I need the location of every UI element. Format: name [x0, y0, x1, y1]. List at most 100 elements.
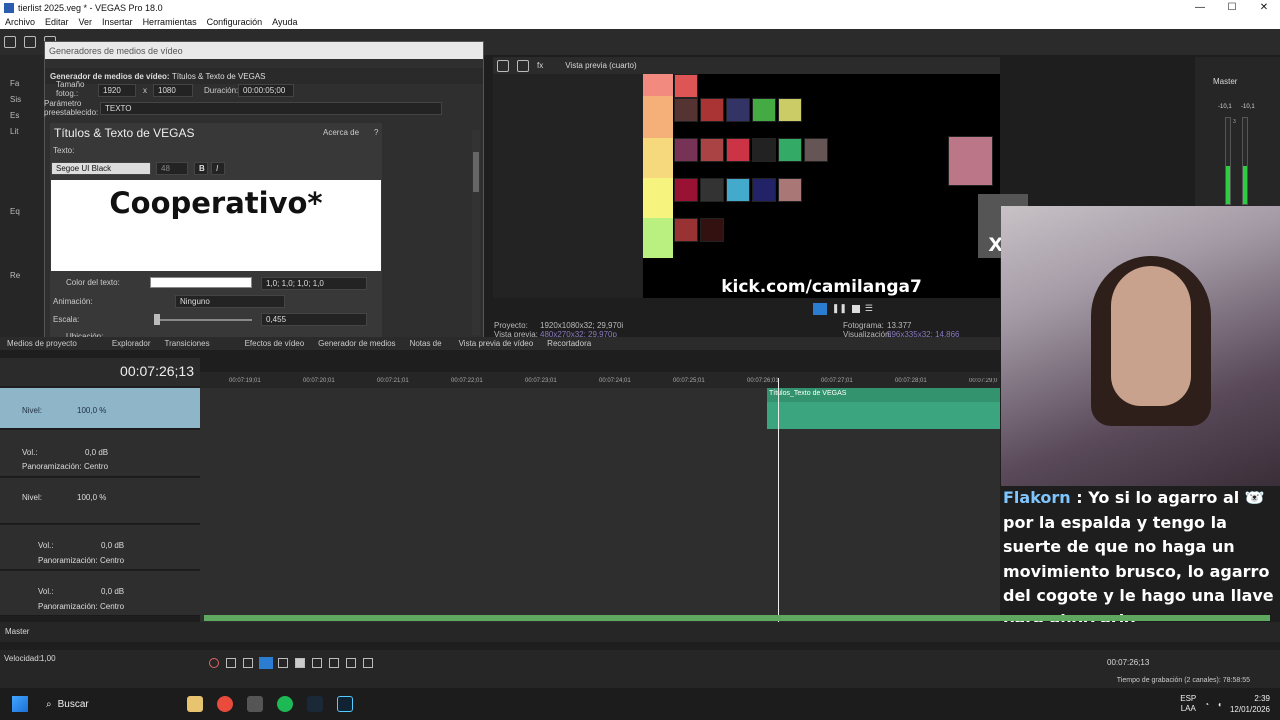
- tab-notes[interactable]: Notas de: [403, 339, 449, 348]
- text-color-swatch[interactable]: [150, 277, 252, 288]
- streamer-face: [1111, 266, 1191, 406]
- italic-button[interactable]: I: [211, 162, 225, 175]
- timeline-ruler[interactable]: 00:07:19;01 00:07:20;01 00:07:21;01 00:0…: [200, 372, 1000, 388]
- tab-transitions[interactable]: Transiciones: [158, 339, 217, 348]
- animation-label: Animación:: [53, 297, 93, 306]
- menu-herramientas[interactable]: Herramientas: [138, 17, 202, 27]
- play-button[interactable]: [259, 657, 273, 669]
- preview-settings-icon[interactable]: [497, 59, 509, 72]
- audio-track-1-header[interactable]: Vol.: 0,0 dB Panoramización: Centro: [0, 430, 200, 477]
- tab-media-generators[interactable]: Generador de medios: [311, 339, 402, 348]
- maximize-button[interactable]: ☐: [1216, 2, 1248, 13]
- wifi-icon[interactable]: ◔: [1204, 700, 1209, 709]
- menu-ayuda[interactable]: Ayuda: [267, 17, 302, 27]
- menu-configuracion[interactable]: Configuración: [202, 17, 268, 27]
- steam-icon[interactable]: [307, 696, 323, 712]
- chat-message: Flakorn : Yo si lo agarro al 🐻‍❄️ por la…: [1001, 486, 1280, 630]
- text-color-value[interactable]: 1,0; 1,0; 1,0; 1,0: [261, 277, 367, 290]
- size-separator: x: [143, 86, 147, 95]
- prev-frame-button[interactable]: [346, 658, 356, 668]
- fx-icon[interactable]: fx: [537, 61, 543, 70]
- master-meter-right: [1242, 117, 1248, 205]
- font-size-select[interactable]: 48: [156, 162, 188, 175]
- scale-slider-thumb[interactable]: [154, 314, 160, 325]
- master-row: Master: [0, 622, 1280, 642]
- pause-button[interactable]: [278, 658, 288, 668]
- menu-editar[interactable]: Editar: [40, 17, 74, 27]
- width-input[interactable]: 1920: [98, 84, 136, 97]
- tree-item-libraries[interactable]: Lit: [10, 127, 18, 136]
- scale-value[interactable]: 0,455: [261, 313, 367, 326]
- clock-time[interactable]: 2:39: [1230, 693, 1270, 704]
- tree-item-favorites[interactable]: Fa: [10, 79, 19, 88]
- vol-value: 0,0 dB: [85, 448, 109, 457]
- webcam-overlay: [1001, 206, 1280, 486]
- audio-track-2-header[interactable]: Vol.: 0,0 dB Panoramización: Centro: [0, 525, 200, 570]
- tree-item-computer[interactable]: Eq: [10, 207, 20, 216]
- open-project-icon[interactable]: [24, 36, 36, 48]
- clock-date[interactable]: 12/01/2026: [1230, 704, 1270, 715]
- play-from-start-button[interactable]: [243, 658, 253, 668]
- duration-input[interactable]: 00:00:05;00: [238, 84, 294, 97]
- audio-waveform-clip[interactable]: [204, 615, 1270, 621]
- settings-icon[interactable]: [247, 696, 263, 712]
- lang-secondary[interactable]: LAA: [1180, 704, 1196, 714]
- loop-button[interactable]: [226, 658, 236, 668]
- project-properties-icon[interactable]: [517, 59, 529, 72]
- preview-play-button[interactable]: [813, 302, 827, 315]
- animation-select[interactable]: Ninguno: [175, 295, 285, 308]
- tier-thumb: [726, 178, 750, 202]
- menu-ver[interactable]: Ver: [74, 17, 98, 27]
- menu-archivo[interactable]: Archivo: [0, 17, 40, 27]
- go-to-end-button[interactable]: [329, 658, 339, 668]
- tab-explorer[interactable]: Explorador: [84, 339, 158, 348]
- about-button[interactable]: Acerca de: [323, 128, 359, 137]
- chat-username: Flakorn: [1003, 488, 1071, 507]
- frame-value: 13.377: [887, 321, 912, 330]
- audio-track-3-header[interactable]: Vol.: 0,0 dB Panoramización: Centro: [0, 571, 200, 616]
- tab-video-fx[interactable]: Efectos de vídeo: [217, 339, 312, 348]
- taskbar-search[interactable]: ⌕ Buscar: [40, 692, 180, 716]
- font-select[interactable]: Segoe UI Black: [51, 162, 151, 175]
- minimize-button[interactable]: —: [1184, 2, 1216, 13]
- tab-project-media[interactable]: Medios de proyecto: [0, 339, 84, 348]
- text-canvas[interactable]: Cooperativo*: [51, 180, 381, 271]
- file-explorer-icon[interactable]: [187, 696, 203, 712]
- tree-item-network[interactable]: Re: [10, 271, 20, 280]
- preview-stop-button[interactable]: [851, 304, 860, 313]
- preview-menu-button[interactable]: ☰: [865, 303, 873, 314]
- tree-item-desktop[interactable]: Es: [10, 111, 19, 120]
- windows-start-icon[interactable]: [12, 696, 28, 712]
- lang-primary[interactable]: ESP: [1180, 694, 1196, 704]
- preset-select[interactable]: TEXTO: [100, 102, 442, 115]
- close-button[interactable]: ✕: [1248, 2, 1280, 13]
- plugin-scrollbar[interactable]: [472, 130, 480, 335]
- volume-icon[interactable]: ◖: [1217, 700, 1222, 709]
- tier-thumb: [700, 138, 724, 162]
- timeline-header: 00:07:26;13: [0, 358, 200, 386]
- scale-slider-track[interactable]: [156, 319, 252, 321]
- menu-insertar[interactable]: Insertar: [97, 17, 138, 27]
- tab-trimmer[interactable]: Recortadora: [540, 339, 598, 348]
- preview-pause-button[interactable]: ❚❚: [832, 303, 847, 314]
- bold-button[interactable]: B: [194, 162, 208, 175]
- new-project-icon[interactable]: [4, 36, 16, 48]
- playhead-cursor[interactable]: [778, 378, 779, 638]
- height-input[interactable]: 1080: [153, 84, 193, 97]
- stop-button[interactable]: [295, 658, 305, 668]
- video-track-2-header[interactable]: Nivel: 100,0 %: [0, 478, 200, 524]
- video-track-1-header[interactable]: Nivel: 100,0 %: [0, 388, 200, 429]
- tree-item-system[interactable]: Sis: [10, 95, 21, 104]
- tab-video-preview[interactable]: Vista previa de vídeo: [449, 339, 541, 348]
- ruler-tick: 00:07:25;01: [673, 378, 705, 384]
- go-to-start-button[interactable]: [312, 658, 322, 668]
- pan-value: Centro: [84, 462, 109, 471]
- preview-quality-select[interactable]: Vista previa (cuarto): [565, 61, 636, 70]
- vegas-taskbar-icon[interactable]: [337, 696, 353, 712]
- preview-toolbar: fx Vista previa (cuarto): [493, 57, 1000, 74]
- chrome-icon[interactable]: [217, 696, 233, 712]
- next-frame-button[interactable]: [363, 658, 373, 668]
- help-button[interactable]: ?: [374, 128, 378, 137]
- record-button[interactable]: [209, 658, 219, 668]
- spotify-icon[interactable]: [277, 696, 293, 712]
